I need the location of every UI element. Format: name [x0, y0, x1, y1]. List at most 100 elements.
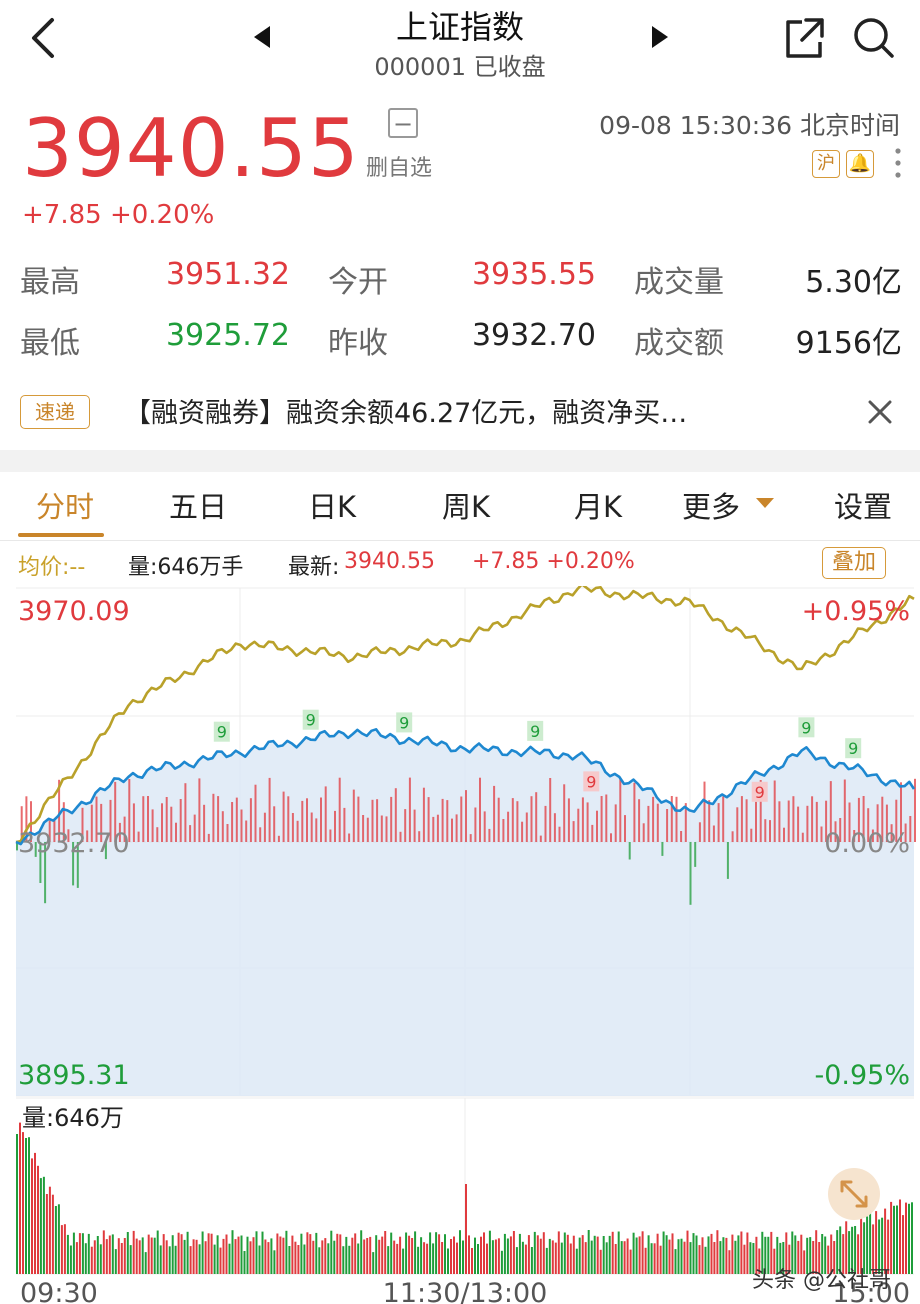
volume-bar — [611, 1231, 614, 1274]
volume-bar — [354, 1233, 357, 1274]
stat-volume-value: 5.30亿 — [805, 265, 902, 300]
minute-bar — [689, 842, 692, 905]
minute-bar — [259, 827, 262, 842]
volume-bar — [246, 1236, 249, 1274]
minute-bar — [708, 800, 711, 842]
volume-bar — [282, 1237, 285, 1274]
volume-bar — [37, 1165, 39, 1274]
volume-bar — [19, 1122, 21, 1274]
x-axis-mid-label: 11:30/13:00 — [383, 1278, 548, 1304]
volume-bar — [264, 1239, 267, 1274]
signal-marker: 9 — [751, 781, 768, 802]
minute-bar — [334, 810, 336, 842]
minute-bar — [642, 823, 645, 842]
minute-bar — [338, 777, 341, 842]
volume-bar — [408, 1235, 411, 1274]
minute-bar — [385, 816, 388, 842]
overlay-button[interactable]: 叠加 — [822, 547, 886, 579]
volume-bar — [399, 1236, 402, 1274]
next-stock-icon[interactable] — [648, 24, 672, 50]
volume-bar — [72, 1232, 75, 1274]
minute-bar — [600, 796, 603, 842]
volume-bar — [426, 1243, 429, 1274]
tab-weekly-k[interactable]: 周K — [424, 484, 508, 526]
minute-bar — [581, 797, 584, 842]
volume-bar — [572, 1235, 575, 1274]
minute-bar — [376, 799, 379, 842]
svg-text:9: 9 — [586, 772, 596, 791]
minute-bar — [263, 812, 266, 842]
volume-bar — [539, 1238, 542, 1274]
news-headline[interactable]: 【融资融券】融资余额46.27亿元，融资净买… — [124, 391, 687, 430]
stat-low-value: 3925.72 — [165, 318, 290, 353]
volume-bar — [228, 1243, 231, 1274]
tab-daily-k[interactable]: 日K — [290, 484, 374, 526]
minute-bar — [226, 824, 229, 842]
volume-bar — [468, 1235, 470, 1274]
remove-watchlist-label[interactable]: 删自选 — [366, 150, 432, 182]
pct-axis-mid-label: 0.00% — [824, 828, 910, 859]
minute-bar — [399, 831, 402, 842]
volume-bar — [363, 1239, 366, 1274]
volume-bar — [545, 1247, 548, 1274]
volume-bar — [318, 1247, 321, 1274]
tab-intraday[interactable]: 分时 — [20, 484, 110, 526]
volume-bar — [330, 1230, 333, 1274]
tab-monthly-k[interactable]: 月K — [556, 484, 640, 526]
minute-bar — [596, 810, 598, 842]
tab-settings[interactable]: 设置 — [830, 484, 896, 526]
minute-bar — [277, 835, 280, 842]
volume-bar — [554, 1242, 557, 1274]
minute-bar — [740, 796, 743, 842]
tab-five-day[interactable]: 五日 — [150, 484, 246, 526]
volume-bar — [69, 1245, 72, 1274]
minute-bar — [591, 824, 594, 842]
volume-bar — [686, 1230, 689, 1274]
volume-bar — [459, 1230, 461, 1274]
volume-bar — [411, 1238, 414, 1274]
minute-bar — [268, 777, 271, 842]
minute-bar — [198, 778, 201, 842]
minute-bar — [521, 821, 524, 842]
minute-bar — [628, 842, 631, 860]
volume-info: 量:646万手 — [128, 555, 244, 580]
expand-chart-icon[interactable] — [828, 1168, 880, 1220]
volume-bar — [911, 1202, 913, 1274]
volume-bar — [25, 1138, 27, 1274]
share-icon[interactable] — [780, 14, 828, 62]
volume-bar — [506, 1238, 509, 1274]
minute-bar — [352, 789, 355, 842]
minute-bar — [320, 797, 322, 842]
market-tag[interactable]: 沪 — [812, 150, 840, 178]
volume-bar — [297, 1245, 300, 1274]
volume-bar — [644, 1247, 647, 1274]
minute-bar — [446, 800, 449, 842]
stat-high-value: 3951.32 — [165, 257, 290, 292]
x-axis-start-label: 09:30 — [20, 1278, 98, 1304]
volume-bar — [249, 1241, 252, 1274]
search-icon[interactable] — [850, 14, 898, 62]
volume-bar — [683, 1241, 686, 1274]
minute-bar — [469, 834, 472, 842]
alert-bell-icon[interactable]: 🔔 — [846, 150, 874, 178]
close-icon[interactable] — [864, 396, 896, 428]
tab-more[interactable]: 更多 — [676, 484, 746, 526]
minute-bar — [427, 797, 430, 842]
minute-bar — [610, 833, 612, 842]
minute-bar — [306, 798, 308, 842]
volume-bar — [650, 1243, 653, 1274]
volume-bar — [45, 1194, 48, 1274]
more-options-icon[interactable] — [893, 146, 903, 180]
minute-bar — [778, 801, 781, 842]
volume-bar — [102, 1230, 105, 1274]
volume-bar — [34, 1152, 36, 1274]
volume-bar — [28, 1137, 30, 1274]
remove-watchlist-icon[interactable]: − — [388, 108, 418, 138]
chevron-down-icon[interactable] — [754, 496, 776, 510]
volume-bar — [339, 1234, 342, 1274]
minute-bar — [516, 801, 519, 842]
intraday-chart[interactable]: 99 9 99999 3970.09 3932.70 3895.31 +0.95% … — [0, 586, 920, 1304]
volume-bar — [234, 1239, 237, 1274]
volume-bar — [168, 1246, 171, 1274]
volume-bar — [456, 1242, 458, 1274]
